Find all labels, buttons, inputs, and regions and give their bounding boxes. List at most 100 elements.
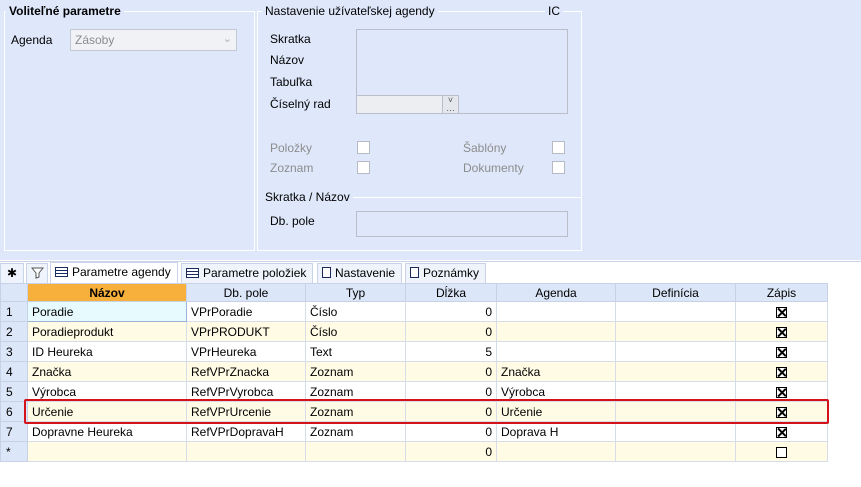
cell-agenda[interactable]: Doprava H	[496, 421, 616, 442]
db-pole-label: Db. pole	[270, 214, 315, 228]
cell-db-pole[interactable]: RefVPrDopravaH	[186, 421, 306, 442]
cell-zapis[interactable]	[735, 301, 828, 322]
ellipsis-icon: …	[446, 103, 455, 113]
cell-db-pole[interactable]: RefVPrZnacka	[186, 361, 306, 382]
cell-dlzka[interactable]: 0	[405, 361, 497, 382]
agenda-select[interactable]: Zásoby ⌄	[70, 29, 237, 51]
column-header-zapis[interactable]: Zápis	[735, 283, 828, 302]
cell-definicia[interactable]	[615, 441, 736, 462]
sablony-checkbox[interactable]	[552, 141, 565, 154]
cell-dlzka[interactable]: 0	[405, 321, 497, 342]
table-row[interactable]: 3 ID Heureka VPrHeureka Text 5	[0, 341, 828, 362]
document-icon	[410, 267, 419, 278]
column-header-nazov[interactable]: Názov	[27, 283, 187, 302]
polozky-checkbox[interactable]	[357, 141, 370, 154]
zapis-checkbox[interactable]	[776, 366, 787, 378]
cell-nazov[interactable]: Poradie	[27, 301, 187, 322]
cell-zapis[interactable]	[735, 361, 828, 382]
zapis-checkbox[interactable]	[776, 306, 787, 318]
skratka-label: Skratka	[270, 32, 311, 46]
cell-typ[interactable]: Číslo	[305, 321, 406, 342]
db-pole-field[interactable]	[356, 211, 568, 237]
row-number: 1	[0, 301, 28, 322]
cell-agenda[interactable]	[496, 321, 616, 342]
cell-nazov[interactable]: ID Heureka	[27, 341, 187, 362]
tab-poznamky-label: Poznámky	[423, 266, 480, 280]
tab-nastavenie[interactable]: Nastavenie	[317, 263, 403, 283]
tab-poznamky[interactable]: Poznámky	[405, 263, 487, 283]
cell-db-pole[interactable]: VPrPRODUKT	[186, 321, 306, 342]
ciselny-rad-label: Číselný rad	[270, 97, 331, 111]
ciselny-rad-field[interactable]: ˅…	[356, 95, 459, 114]
cell-agenda[interactable]	[496, 441, 616, 462]
cell-db-pole[interactable]: VPrPoradie	[186, 301, 306, 322]
cell-dlzka[interactable]: 0	[405, 301, 497, 322]
tab-parametre-agendy[interactable]: Parametre agendy	[50, 262, 178, 284]
table-row[interactable]: 4 Značka RefVPrZnacka Zoznam 0 Značka	[0, 361, 828, 382]
zapis-checkbox[interactable]	[776, 446, 787, 458]
zapis-checkbox[interactable]	[776, 386, 787, 398]
ellipsis-button[interactable]: ˅…	[442, 96, 458, 113]
sablony-label: Šablóny	[463, 141, 507, 155]
cell-nazov[interactable]	[27, 441, 187, 462]
table-row[interactable]: * 0	[0, 441, 828, 462]
parameters-table: Názov Db. pole Typ Dĺžka Agenda Definíci…	[0, 283, 828, 462]
cell-agenda[interactable]: Značka	[496, 361, 616, 382]
cell-nazov[interactable]: Dopravne Heureka	[27, 421, 187, 442]
cell-agenda[interactable]	[496, 301, 616, 322]
tab-bar: ✱ Parametre agendy Parametre položiek Na…	[0, 261, 861, 284]
tab-parametre-poloziek[interactable]: Parametre položiek	[181, 263, 314, 283]
tab-parametre-agendy-label: Parametre agendy	[72, 265, 171, 279]
column-header-agenda[interactable]: Agenda	[496, 283, 616, 302]
cell-db-pole[interactable]	[186, 441, 306, 462]
row-number: *	[0, 441, 28, 462]
cell-zapis[interactable]	[735, 421, 828, 442]
table-row[interactable]: 7 Dopravne Heureka RefVPrDopravaH Zoznam 0 Do…	[0, 421, 828, 442]
cell-nazov[interactable]: Poradieprodukt	[27, 321, 187, 342]
cell-db-pole[interactable]: VPrHeureka	[186, 341, 306, 362]
table-row[interactable]: 1 Poradie VPrPoradie Číslo 0	[0, 301, 828, 322]
row-number: 2	[0, 321, 28, 342]
cell-agenda[interactable]	[496, 341, 616, 362]
cell-dlzka[interactable]: 5	[405, 341, 497, 362]
document-icon	[322, 267, 331, 278]
chevron-down-icon: ⌄	[222, 33, 232, 45]
cell-zapis[interactable]	[735, 441, 828, 462]
cell-zapis[interactable]	[735, 321, 828, 342]
row-number: 3	[0, 341, 28, 362]
column-header-definicia[interactable]: Definícia	[615, 283, 736, 302]
zapis-checkbox[interactable]	[776, 426, 787, 438]
cell-definicia[interactable]	[615, 341, 736, 362]
tab-filter[interactable]	[26, 263, 48, 283]
highlight-frame	[24, 399, 829, 424]
cell-definicia[interactable]	[615, 421, 736, 442]
zapis-checkbox[interactable]	[776, 346, 787, 358]
cell-nazov[interactable]: Značka	[27, 361, 187, 382]
cell-zapis[interactable]	[735, 341, 828, 362]
cell-dlzka[interactable]: 0	[405, 421, 497, 442]
parameters-panel: Voliteľné parametre Agenda Zásoby ⌄ Nast…	[0, 0, 861, 260]
optional-parameters-title: Voliteľné parametre	[6, 4, 124, 18]
cell-definicia[interactable]	[615, 321, 736, 342]
tab-star[interactable]: ✱	[0, 263, 24, 283]
zapis-checkbox[interactable]	[776, 326, 787, 338]
agenda-value: Zásoby	[75, 33, 115, 47]
table-row[interactable]: 2 Poradieprodukt VPrPRODUKT Číslo 0	[0, 321, 828, 342]
column-header-db-pole[interactable]: Db. pole	[186, 283, 306, 302]
cell-definicia[interactable]	[615, 361, 736, 382]
cell-typ[interactable]: Zoznam	[305, 361, 406, 382]
column-header-typ[interactable]: Typ	[305, 283, 406, 302]
cell-dlzka[interactable]: 0	[405, 441, 497, 462]
cell-typ[interactable]: Zoznam	[305, 421, 406, 442]
cell-typ[interactable]	[305, 441, 406, 462]
table-icon	[186, 268, 199, 278]
column-header-dlzka[interactable]: Dĺžka	[405, 283, 497, 302]
dokumenty-checkbox[interactable]	[552, 161, 565, 174]
cell-typ[interactable]: Text	[305, 341, 406, 362]
cell-definicia[interactable]	[615, 301, 736, 322]
row-number: 4	[0, 361, 28, 382]
table-icon	[55, 267, 68, 277]
nazov-label: Názov	[270, 53, 305, 67]
zoznam-checkbox[interactable]	[357, 161, 370, 174]
cell-typ[interactable]: Číslo	[305, 301, 406, 322]
